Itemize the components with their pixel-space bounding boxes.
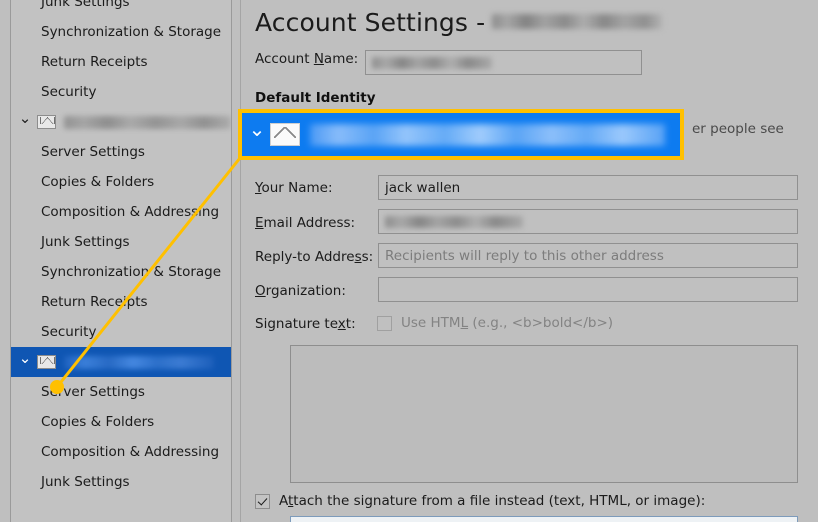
your-name-label: Your Name: — [255, 180, 333, 196]
sidebar-account-row[interactable] — [11, 107, 231, 137]
identity-row-selected[interactable] — [246, 117, 676, 152]
sidebar-item-security[interactable]: Security — [11, 77, 231, 107]
attach-signature-row[interactable]: Attach the signature from a file instead… — [255, 493, 705, 509]
sidebar-item-security[interactable]: Security — [11, 317, 231, 347]
default-identity-heading: Default Identity — [255, 90, 376, 106]
sidebar-item-junk-settings[interactable]: Junk Settings — [11, 467, 231, 497]
accounts-tree[interactable]: Junk Settings Synchronization & Storage Re… — [11, 0, 231, 497]
reply-to-label-row: Reply-to Address: — [255, 249, 373, 265]
attach-signature-checkbox[interactable] — [255, 493, 270, 509]
sidebar-item-synchronization-storage[interactable]: Synchronization & Storage — [11, 17, 231, 47]
pane-divider — [240, 0, 241, 522]
signature-text-label: Signature text: — [255, 316, 356, 332]
sidebar-item-junk-settings[interactable]: Junk Settings — [11, 227, 231, 257]
sidebar-item-return-receipts[interactable]: Return Receipts — [11, 287, 231, 317]
default-identity-highlight-box — [238, 109, 684, 160]
reply-to-address-input[interactable]: Recipients will reply to this other addr… — [378, 243, 798, 268]
sidebar-item-composition-addressing[interactable]: Composition & Addressing — [11, 197, 231, 227]
your-name-input[interactable]: jack wallen — [378, 175, 798, 200]
sidebar-item-copies-folders[interactable]: Copies & Folders — [11, 407, 231, 437]
email-address-redacted-value — [385, 215, 523, 228]
sidebar-item-return-receipts[interactable]: Return Receipts — [11, 47, 231, 77]
use-html-label: Use HTML (e.g., <b>bold</b>) — [401, 315, 614, 331]
attach-signature-label: Attach the signature from a file instead… — [279, 493, 706, 509]
organization-label-row: Organization: — [255, 283, 346, 299]
sidebar-item-composition-addressing[interactable]: Composition & Addressing — [11, 437, 231, 467]
identity-trailing-text: er people see — [692, 121, 784, 137]
sidebar-item-junk-settings[interactable]: Junk Settings — [11, 0, 231, 17]
account-settings-pane: Account Settings - Account Name: Default… — [238, 0, 818, 522]
envelope-icon — [270, 123, 300, 146]
page-title: Account Settings - — [255, 8, 663, 37]
sidebar-item-server-settings[interactable]: Server Settings — [11, 377, 231, 407]
use-html-row[interactable]: Use HTML (e.g., <b>bold</b>) — [377, 315, 613, 331]
signature-file-path-input[interactable] — [290, 516, 798, 522]
account-name-input[interactable] — [365, 50, 642, 75]
accounts-tree-panel[interactable]: Junk Settings Synchronization & Storage Re… — [10, 0, 232, 522]
sidebar-item-synchronization-storage[interactable]: Synchronization & Storage — [11, 257, 231, 287]
sidebar-account-redacted-label — [64, 115, 231, 129]
account-name-label: Account Name: — [255, 51, 359, 67]
chevron-down-icon[interactable] — [246, 125, 268, 145]
page-title-redacted-value — [492, 14, 663, 29]
use-html-checkbox[interactable] — [377, 315, 392, 331]
signature-text-label-row: Signature text: — [255, 316, 356, 332]
sidebar-item-copies-folders[interactable]: Copies & Folders — [11, 167, 231, 197]
email-address-label: Email Address: — [255, 215, 356, 231]
envelope-icon — [37, 355, 56, 369]
identity-redacted-label — [310, 123, 665, 146]
account-name-row: Account Name: — [255, 51, 358, 67]
email-address-input[interactable] — [378, 209, 798, 234]
organization-label: Organization: — [255, 283, 346, 299]
accounts-sidebar: Junk Settings Synchronization & Storage Re… — [0, 0, 240, 522]
your-name-label-row: Your Name: — [255, 180, 333, 196]
signature-textarea[interactable] — [290, 345, 798, 483]
organization-input[interactable] — [378, 277, 798, 302]
sidebar-account-row[interactable] — [11, 347, 231, 377]
chevron-down-icon[interactable] — [17, 114, 33, 130]
email-address-label-row: Email Address: — [255, 215, 355, 231]
sidebar-account-redacted-label — [64, 355, 214, 369]
chevron-down-icon[interactable] — [17, 354, 33, 370]
page-title-text: Account Settings - — [255, 8, 486, 37]
sidebar-item-server-settings[interactable]: Server Settings — [11, 137, 231, 167]
account-name-redacted-value — [372, 56, 492, 69]
envelope-icon — [37, 115, 56, 129]
account-settings-window: Junk Settings Synchronization & Storage Re… — [0, 0, 818, 522]
reply-to-address-label: Reply-to Address: — [255, 249, 374, 265]
